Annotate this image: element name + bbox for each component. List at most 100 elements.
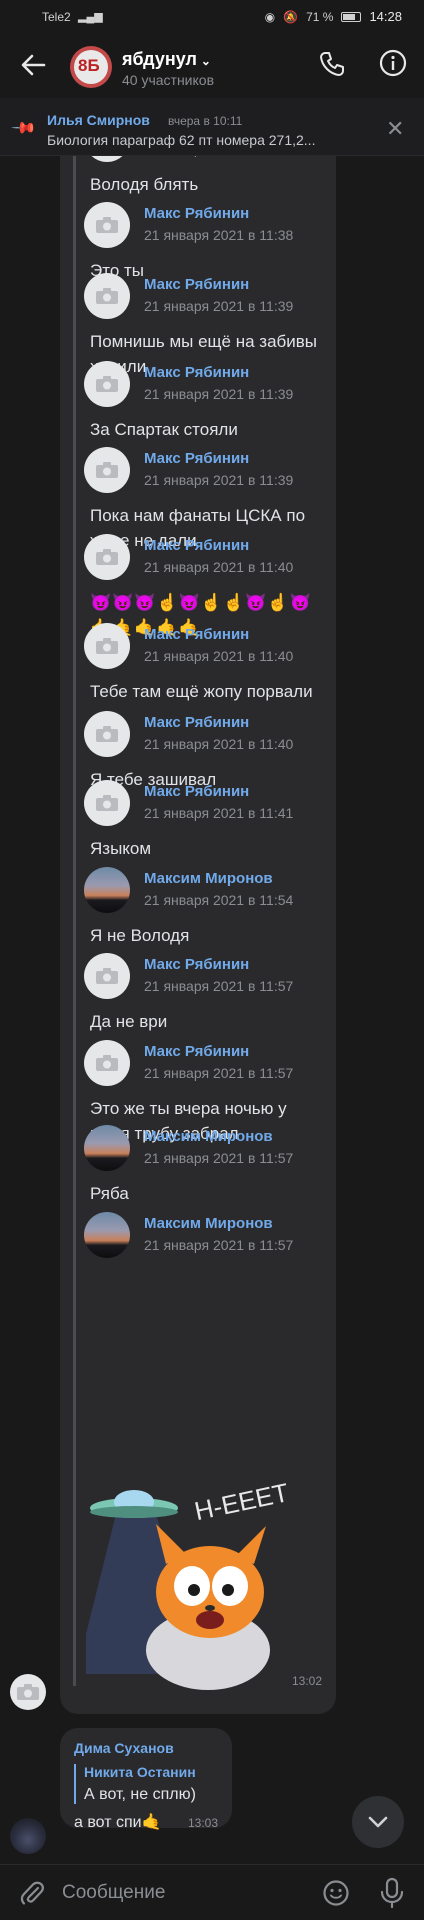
battery-percent: 71 %: [306, 9, 334, 24]
status-right: ◉ 🔕 71 % 14:28: [265, 9, 402, 24]
avatar[interactable]: [84, 867, 130, 913]
camera-icon: [96, 217, 118, 233]
message-author[interactable]: Макс Рябинин: [144, 714, 249, 731]
message-time: 21 января 2021 в 11:57: [144, 1150, 294, 1166]
message-time: 13:03: [188, 1816, 219, 1830]
microphone-icon[interactable]: [378, 1877, 406, 1909]
camera-icon: [96, 968, 118, 984]
status-bar: Tele2 ▂▄▆ ◉ 🔕 71 % 14:28: [0, 0, 424, 34]
message-text: За Спартак стояли: [90, 420, 238, 439]
avatar[interactable]: [84, 1212, 130, 1258]
eye-icon: ◉: [264, 9, 276, 24]
scroll-down-button[interactable]: [352, 1796, 404, 1848]
message-text: Ряба: [90, 1184, 129, 1203]
message-author[interactable]: Макс Рябинин: [144, 450, 249, 467]
message-time: 21 января 2021 в 11:39: [144, 298, 294, 314]
message-time: 21 января 2021 в 11:40: [144, 736, 294, 752]
avatar[interactable]: [84, 1040, 130, 1086]
composer: [0, 1864, 424, 1920]
avatar[interactable]: [84, 534, 130, 580]
chat-avatar[interactable]: [70, 46, 112, 88]
mute-icon: 🔕: [283, 9, 299, 24]
pinned-author: Илья Смирнов: [47, 112, 150, 128]
avatar[interactable]: [84, 953, 130, 999]
message-author[interactable]: Макс Рябинин: [144, 205, 249, 222]
camera-icon: [96, 549, 118, 565]
pin-icon: 📌: [10, 115, 37, 142]
message-time: 21 января 2021 в 11:54: [144, 892, 294, 908]
message-time: 21 января 2021 в 11:37: [144, 156, 293, 157]
message-text: Тебе там ещё жопу порвали: [90, 682, 313, 701]
message-author[interactable]: Максим Миронов: [144, 1215, 273, 1232]
message-time: 21 января 2021 в 11:39: [144, 386, 294, 402]
camera-icon: [96, 726, 118, 742]
message-text: Володя блять: [90, 175, 199, 194]
camera-icon: [96, 638, 118, 654]
close-icon[interactable]: ✕: [386, 116, 404, 142]
ufo-fox-sticker[interactable]: Н-ЕЕЕТ: [86, 1474, 286, 1692]
avatar[interactable]: [84, 623, 130, 669]
camera-icon: [96, 288, 118, 304]
chevron-down-icon: ⌄: [200, 54, 211, 68]
message-author[interactable]: Макс Рябинин: [144, 626, 249, 643]
avatar[interactable]: [84, 780, 130, 826]
message-bubble[interactable]: Дима Суханов Никита Останин А вот, не сп…: [60, 1728, 232, 1831]
message-time: 21 января 2021 в 11:41: [144, 805, 294, 821]
sticker-caption: Н-ЕЕЕТ: [192, 1477, 286, 1526]
avatar[interactable]: [10, 1818, 46, 1854]
clock: 14:28: [369, 9, 402, 24]
signal-icon: ▂▄▆: [78, 11, 103, 23]
smile-icon[interactable]: [322, 1879, 350, 1907]
camera-icon: [96, 1055, 118, 1071]
message-author[interactable]: Макс Рябинин: [144, 956, 249, 973]
message-time: 21 января 2021 в 11:40: [144, 559, 294, 575]
avatar[interactable]: [84, 447, 130, 493]
message-time: 21 января 2021 в 11:39: [144, 472, 294, 488]
chat-header: ябдунул⌄ 40 участников: [0, 34, 424, 98]
message-sender[interactable]: Дима Суханов: [74, 1740, 174, 1756]
message-time: 21 января 2021 в 11:57: [144, 978, 294, 994]
camera-icon: [96, 376, 118, 392]
message-author[interactable]: Макс Рябинин: [144, 276, 249, 293]
message-author[interactable]: Макс Рябинин: [144, 1043, 249, 1060]
paperclip-icon[interactable]: [18, 1879, 46, 1907]
back-arrow-icon[interactable]: [18, 50, 48, 80]
quote-author: Никита Останин: [84, 1764, 196, 1780]
camera-icon: [96, 795, 118, 811]
message-text: Да не ври: [90, 1012, 168, 1031]
camera-icon: [17, 1684, 39, 1700]
message-author[interactable]: Максим Миронов: [144, 870, 273, 887]
chevron-down-icon: [368, 1816, 388, 1828]
message-author[interactable]: Макс Рябинин: [144, 783, 249, 800]
quote-text: А вот, не сплю): [84, 1786, 196, 1803]
avatar[interactable]: [84, 273, 130, 319]
avatar[interactable]: [84, 711, 130, 757]
camera-icon: [96, 462, 118, 478]
message-author[interactable]: Максим Миронов: [144, 1128, 273, 1145]
forward-indicator-line: [73, 156, 76, 1686]
avatar[interactable]: [84, 1125, 130, 1171]
message-text: а вот спи🤙: [74, 1814, 162, 1831]
quote-line: [74, 1764, 76, 1804]
carrier-label: Tele2: [42, 10, 71, 24]
message-list[interactable]: Макс Рябинин 21 января 2021 в 11:37 Володя…: [0, 156, 424, 1864]
avatar[interactable]: [84, 202, 130, 248]
pinned-message[interactable]: 📌 Илья Смирнов вчера в 10:11 Биология па…: [0, 98, 424, 156]
pinned-time: вчера в 10:11: [168, 114, 243, 128]
avatar[interactable]: [84, 361, 130, 407]
message-time: 21 января 2021 в 11:38: [144, 227, 294, 243]
message-text: Языком: [90, 839, 152, 858]
message-input[interactable]: [62, 1875, 302, 1911]
phone-icon[interactable]: [318, 50, 346, 78]
message-time: 21 января 2021 в 11:40: [144, 648, 294, 664]
message-time: 21 января 2021 в 11:57: [144, 1065, 294, 1081]
info-icon[interactable]: [378, 48, 408, 78]
message-author[interactable]: Макс Рябинин: [144, 364, 249, 381]
bubble-time: 13:02: [292, 1674, 323, 1688]
participants-count[interactable]: 40 участников: [122, 72, 214, 88]
message-author[interactable]: Макс Рябинин: [144, 537, 249, 554]
message-time: 21 января 2021 в 11:57: [144, 1237, 294, 1253]
pinned-text: Биология параграф 62 пт номера 271,2...: [47, 132, 316, 148]
chat-title[interactable]: ябдунул ⌄: [122, 49, 211, 70]
avatar[interactable]: [10, 1674, 46, 1710]
